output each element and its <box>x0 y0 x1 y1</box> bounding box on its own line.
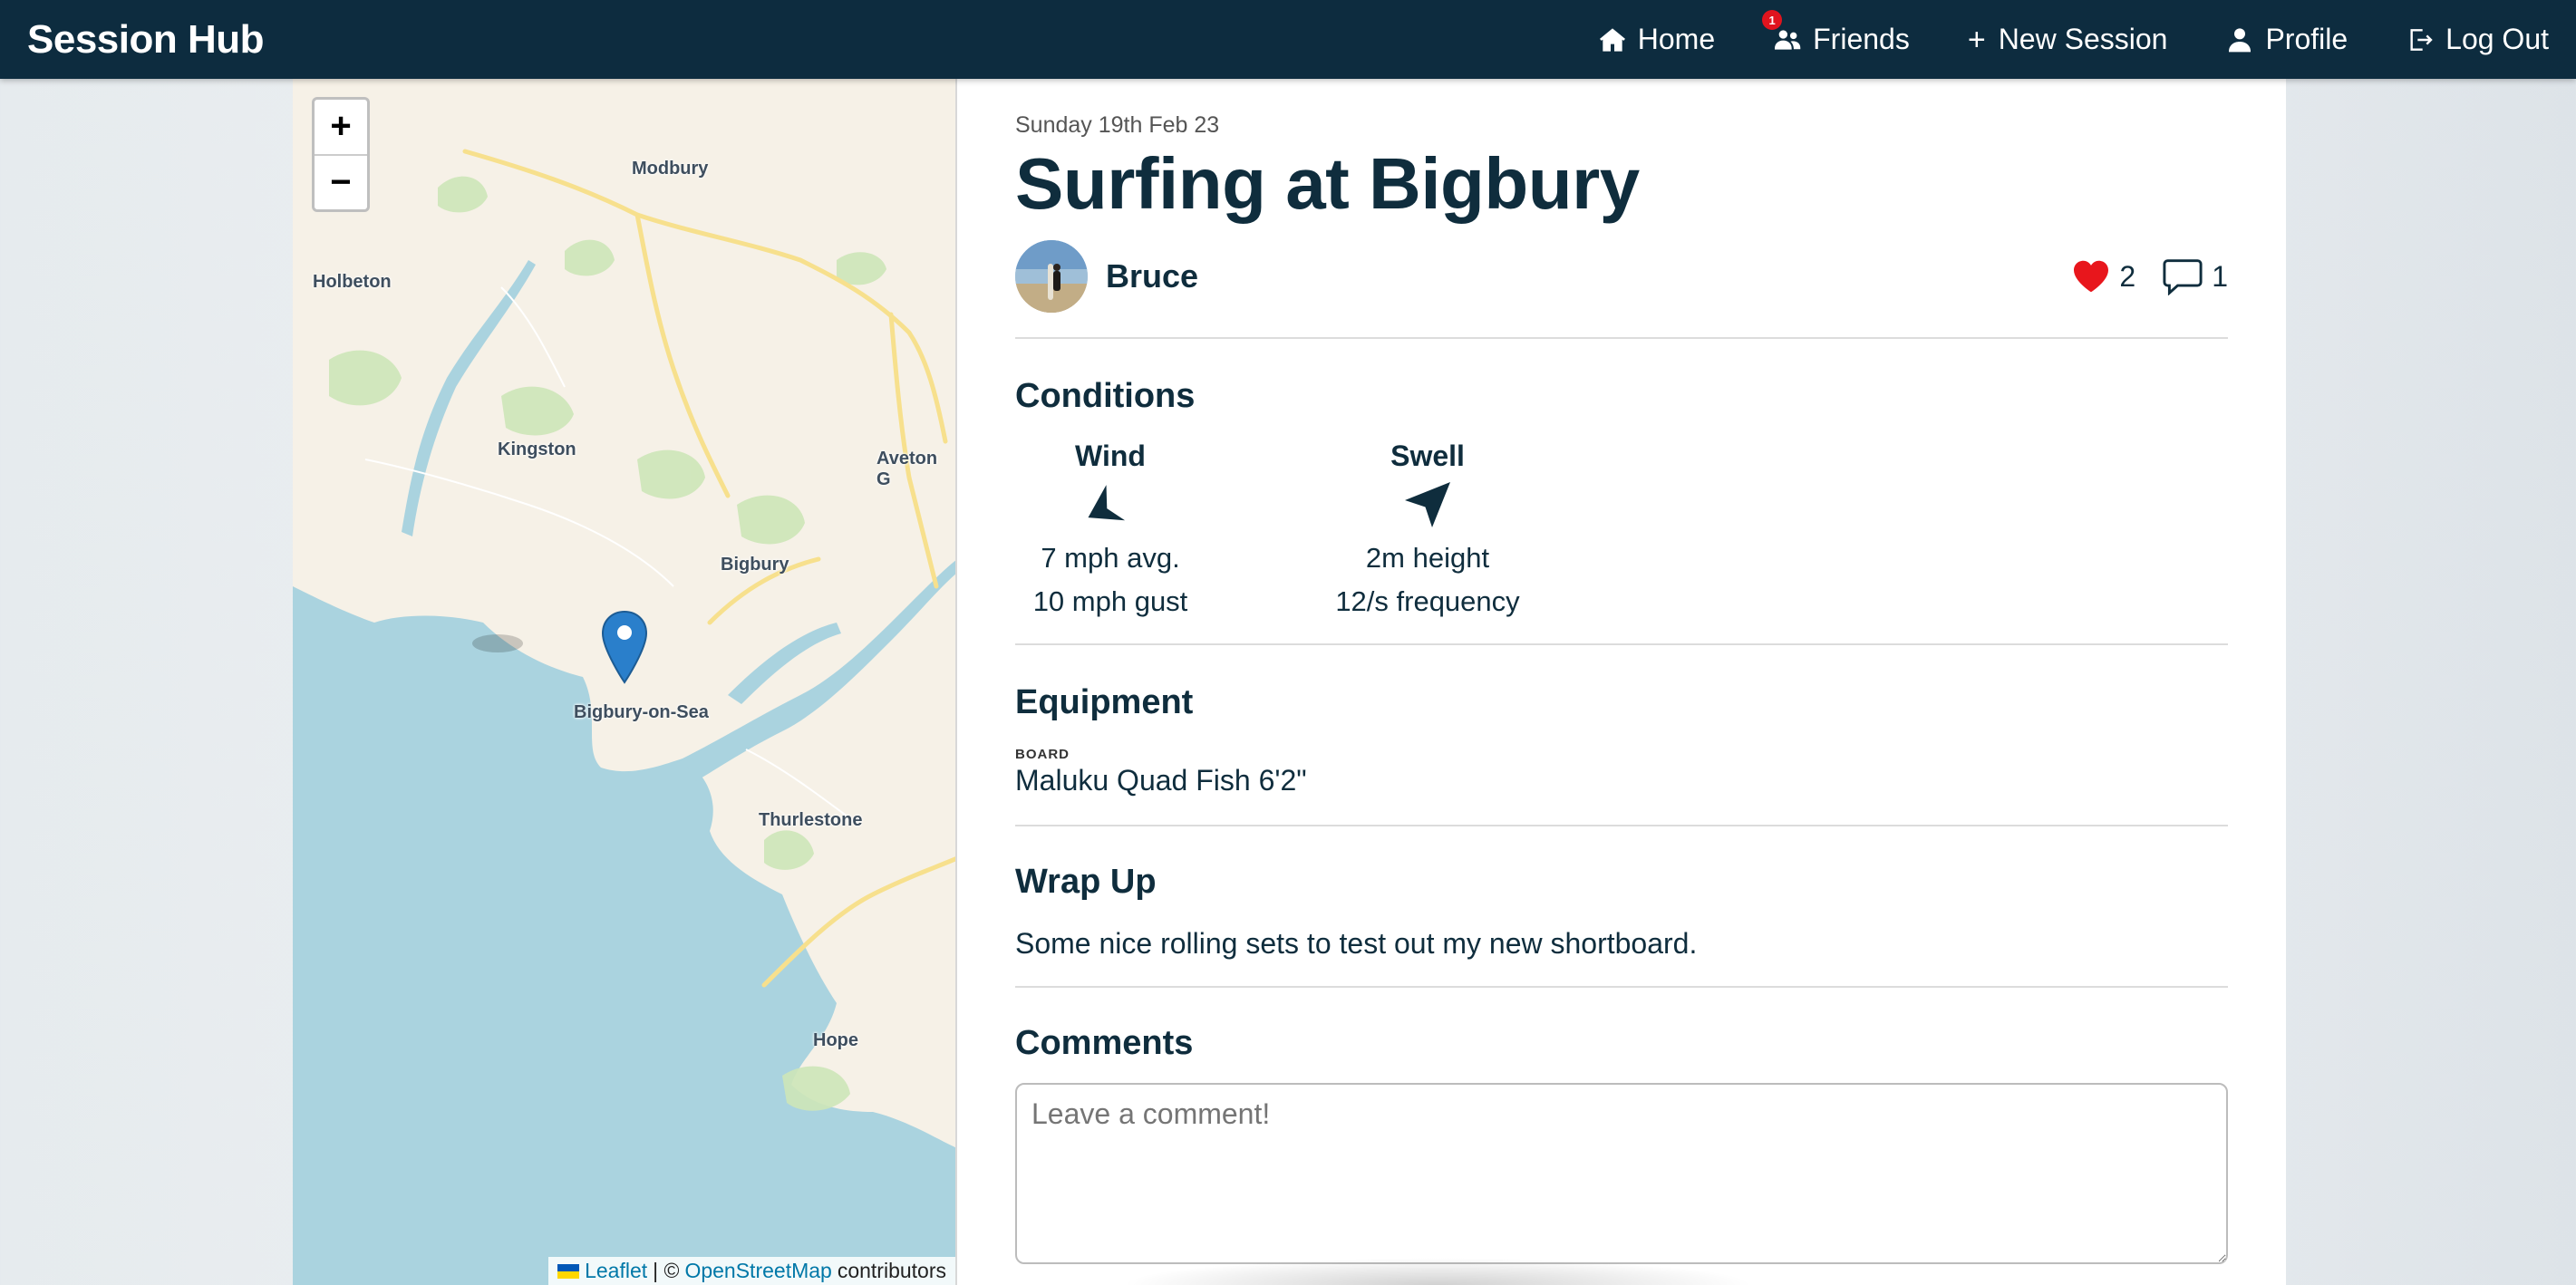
avatar-image <box>1015 240 1088 313</box>
wrapup-title: Wrap Up <box>1015 863 1157 901</box>
map-place-label: Holbeton <box>313 272 392 292</box>
wind-gust: 10 mph gust <box>1032 585 1188 617</box>
attribution-separator: | © <box>653 1259 680 1282</box>
map-zoom-controls: + − <box>312 97 370 212</box>
nav-friends-label: Friends <box>1813 23 1910 55</box>
logout-icon <box>2410 28 2433 51</box>
zoom-out-button[interactable]: − <box>315 156 367 210</box>
wrapup-text: Some nice rolling sets to test out my ne… <box>1015 927 1698 960</box>
equipment-title: Equipment <box>1015 683 1194 721</box>
username[interactable]: Bruce <box>1106 257 1198 295</box>
divider <box>1015 337 2228 339</box>
map-place-label: Thurlestone <box>759 810 863 830</box>
conditions-title: Conditions <box>1015 377 1196 415</box>
friends-icon <box>1775 29 1801 50</box>
map-place-label: Bigbury <box>721 555 789 575</box>
zoom-in-button[interactable]: + <box>315 100 367 156</box>
nav-logout[interactable]: Log Out <box>2406 23 2549 56</box>
brand-logo[interactable]: Session Hub <box>27 17 265 63</box>
divider <box>1015 825 2228 826</box>
location-map[interactable]: Modbury Holbeton Kingston Aveton G Bigbu… <box>293 79 957 1285</box>
wind-average: 7 mph avg. <box>1041 542 1180 574</box>
map-place-label: Aveton G <box>876 449 938 489</box>
nav-home-label: Home <box>1637 23 1716 55</box>
session-date: Sunday 19th Feb 23 <box>1015 112 1220 138</box>
ukraine-flag-icon <box>557 1263 580 1279</box>
map-place-label: Hope <box>813 1030 858 1050</box>
attribution-contributors: contributors <box>837 1259 946 1282</box>
session-detail: Sunday 19th Feb 23 Surfing at Bigbury Br… <box>957 79 2286 1285</box>
swell-arrow-icon <box>1405 482 1450 527</box>
user-icon <box>2229 27 2252 52</box>
comment-icon <box>2163 259 2203 295</box>
map-place-label: Modbury <box>632 159 709 179</box>
wind-condition: Wind 7 mph avg. 10 mph gust <box>1002 440 1219 623</box>
session-stats: 2 1 <box>2045 257 2228 295</box>
nav-new-session-label: New Session <box>1998 23 2168 55</box>
map-attribution: Leaflet | © OpenStreetMap contributors <box>548 1257 955 1285</box>
divider <box>1015 643 2228 645</box>
nav-friends[interactable]: 1 Friends <box>1762 10 1910 56</box>
nav-profile[interactable]: Profile <box>2225 23 2348 56</box>
session-title: Surfing at Bigbury <box>1015 143 1640 224</box>
swell-frequency: 12/s frequency <box>1335 585 1520 617</box>
nav-home[interactable]: Home <box>1598 23 1715 56</box>
nav-profile-label: Profile <box>2265 23 2348 55</box>
nav-new-session[interactable]: + New Session <box>1968 23 2168 56</box>
heart-icon <box>2074 260 2109 293</box>
comment-count: 1 <box>2212 259 2228 293</box>
home-icon <box>1599 27 1625 52</box>
friends-notification-badge: 1 <box>1762 10 1783 30</box>
comment-input[interactable] <box>1015 1083 2228 1264</box>
nav-logout-label: Log Out <box>2445 23 2549 55</box>
like-count: 2 <box>2119 259 2136 293</box>
openstreetmap-link[interactable]: OpenStreetMap <box>684 1259 831 1283</box>
plus-icon: + <box>1967 22 1986 57</box>
session-user[interactable]: Bruce <box>1015 240 1198 313</box>
board-label: BOARD <box>1015 747 1070 762</box>
swell-height: 2m height <box>1365 542 1490 574</box>
comments-title: Comments <box>1015 1024 1194 1062</box>
swell-label: Swell <box>1390 440 1465 472</box>
divider <box>1015 986 2228 988</box>
map-place-label: Bigbury-on-Sea <box>574 702 709 722</box>
top-navbar: Session Hub Home 1 Friends + New Session… <box>0 0 2576 79</box>
session-meta-row: Bruce 2 1 <box>1015 240 2228 313</box>
bottom-shadow <box>1120 1258 1755 1285</box>
map-place-label: Kingston <box>498 440 576 459</box>
board-value: Maluku Quad Fish 6'2" <box>1015 764 1307 797</box>
swell-condition: Swell 2m height 12/s frequency <box>1310 440 1545 623</box>
wind-arrow-icon <box>1088 485 1126 521</box>
leaflet-link[interactable]: Leaflet <box>585 1259 647 1283</box>
avatar[interactable] <box>1015 240 1088 313</box>
comment-button[interactable]: 1 <box>2163 257 2228 295</box>
wind-label: Wind <box>1075 440 1146 472</box>
like-button[interactable]: 2 <box>2072 259 2135 294</box>
location-marker-icon[interactable] <box>601 610 648 684</box>
nav-links: Home 1 Friends + New Session Profile Log… <box>1540 0 2549 79</box>
conditions-panel: Wind 7 mph avg. 10 mph gust Swell 2m hei… <box>1015 440 2228 623</box>
